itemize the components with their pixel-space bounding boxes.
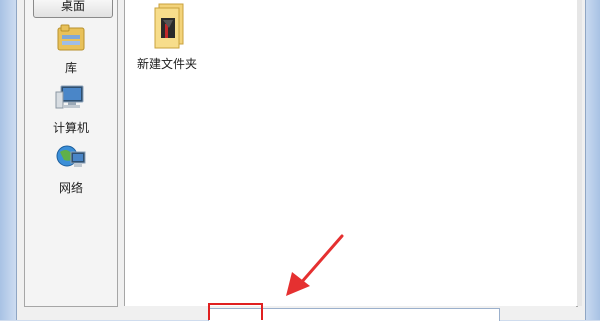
annotation-arrow bbox=[286, 234, 344, 296]
